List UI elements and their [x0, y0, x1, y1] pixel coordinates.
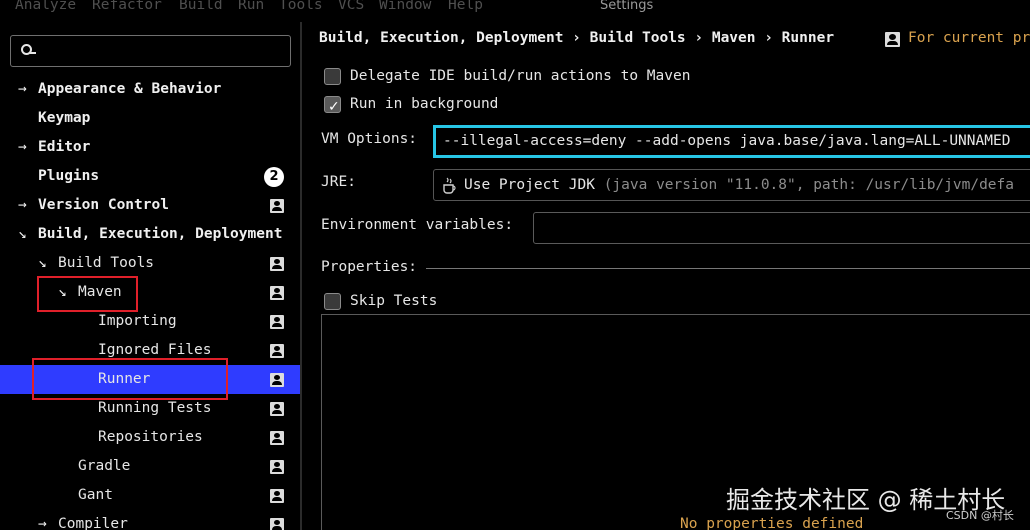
project-settings-icon — [270, 315, 284, 329]
properties-separator — [426, 268, 1030, 269]
sidebar-item-label: Repositories — [98, 429, 203, 445]
project-settings-icon — [270, 518, 284, 530]
jre-version-hint: (java version "11.0.8", path: /usr/lib/j… — [603, 177, 1014, 193]
highlight-box-maven — [37, 276, 138, 312]
checkbox-box[interactable] — [324, 293, 341, 310]
sidebar-item-label: Keymap — [38, 110, 91, 126]
sidebar-item-label: Build Tools — [58, 255, 155, 271]
project-settings-icon — [270, 431, 284, 445]
sidebar-item-label: Version Control — [38, 197, 169, 213]
checkbox-box[interactable] — [324, 68, 341, 85]
sidebar-item-gant[interactable]: Gant — [0, 481, 300, 510]
environment-variables-input[interactable] — [533, 212, 1030, 244]
menubar: Analyze Refactor Build Run Tools VCS Win… — [0, 0, 1030, 16]
project-settings-icon — [270, 257, 284, 271]
project-settings-icon — [270, 402, 284, 416]
jre-label: JRE: — [321, 174, 356, 190]
sidebar-item-plugins[interactable]: Plugins 2 — [0, 162, 300, 191]
expand-arrow-icon: → — [18, 81, 27, 97]
vm-options-label: VM Options: — [321, 131, 418, 147]
jre-dropdown[interactable]: Use Project JDK (java version "11.0.8", … — [433, 169, 1030, 201]
window-title: Settings — [600, 0, 654, 13]
expand-arrow-icon: → — [18, 139, 27, 155]
sidebar-item-gradle[interactable]: Gradle — [0, 452, 300, 481]
project-settings-icon — [270, 344, 284, 358]
sidebar-item-label: Build, Execution, Deployment — [38, 226, 283, 242]
menu-window[interactable]: Window — [379, 0, 431, 13]
watermark-small-text: CSDN @村长 — [946, 509, 1014, 522]
expand-arrow-icon: → — [18, 197, 27, 213]
highlight-box-runner — [32, 358, 228, 400]
project-scope-icon — [885, 32, 900, 47]
checkbox-label: Run in background — [350, 96, 499, 112]
project-settings-icon — [270, 286, 284, 300]
sidebar-item-appearance[interactable]: → Appearance & Behavior — [0, 75, 300, 104]
settings-search-input[interactable] — [10, 35, 291, 67]
sidebar-item-compiler[interactable]: → Compiler — [0, 510, 300, 530]
collapse-arrow-icon: ↘ — [18, 226, 27, 242]
no-properties-text: No properties defined — [680, 516, 864, 530]
menu-help[interactable]: Help — [448, 0, 483, 13]
sidebar-item-version-control[interactable]: → Version Control — [0, 191, 300, 220]
checkbox-label: Skip Tests — [350, 293, 438, 309]
sidebar-item-label: Plugins — [38, 168, 100, 184]
expand-arrow-icon: → — [38, 516, 47, 530]
project-settings-icon — [270, 373, 284, 387]
sidebar-item-keymap[interactable]: Keymap — [0, 104, 300, 133]
search-icon — [21, 44, 36, 55]
project-settings-icon — [270, 460, 284, 474]
sidebar-item-label: Gradle — [78, 458, 131, 474]
menu-tools[interactable]: Tools — [279, 0, 323, 13]
checkmark-icon: ✓ — [328, 99, 340, 115]
plugins-update-badge: 2 — [264, 167, 284, 187]
properties-label: Properties: — [321, 259, 418, 275]
environment-variables-label: Environment variables: — [321, 217, 514, 233]
sidebar-item-editor[interactable]: → Editor — [0, 133, 300, 162]
menu-analyze[interactable]: Analyze — [15, 0, 76, 13]
checkbox-label: Delegate IDE build/run actions to Maven — [350, 68, 691, 84]
checkbox-box[interactable]: ✓ — [324, 96, 341, 115]
collapse-arrow-icon: ↘ — [38, 255, 47, 271]
sidebar-item-label: Compiler — [58, 516, 128, 530]
vm-options-input[interactable]: --illegal-access=deny --add-opens java.b… — [433, 125, 1030, 158]
sidebar-item-build-tools[interactable]: ↘ Build Tools — [0, 249, 300, 278]
jre-value: Use Project JDK — [464, 177, 595, 193]
sidebar-item-label: Gant — [78, 487, 113, 503]
menu-run[interactable]: Run — [238, 0, 264, 13]
sidebar-item-repositories[interactable]: Repositories — [0, 423, 300, 452]
breadcrumb: Build, Execution, Deployment › Build Too… — [319, 30, 835, 46]
sidebar-item-build-execution-deployment[interactable]: ↘ Build, Execution, Deployment — [0, 220, 300, 249]
menu-refactor[interactable]: Refactor — [92, 0, 162, 13]
sidebar-item-label: Appearance & Behavior — [38, 81, 222, 97]
sidebar-item-label: Editor — [38, 139, 91, 155]
project-settings-icon — [270, 489, 284, 503]
java-cup-icon — [443, 177, 456, 194]
menu-vcs[interactable]: VCS — [338, 0, 364, 13]
project-settings-icon — [270, 199, 284, 213]
scope-label: For current pr — [908, 30, 1030, 46]
menu-build[interactable]: Build — [179, 0, 223, 13]
settings-content-panel: Build, Execution, Deployment › Build Too… — [302, 22, 1030, 530]
